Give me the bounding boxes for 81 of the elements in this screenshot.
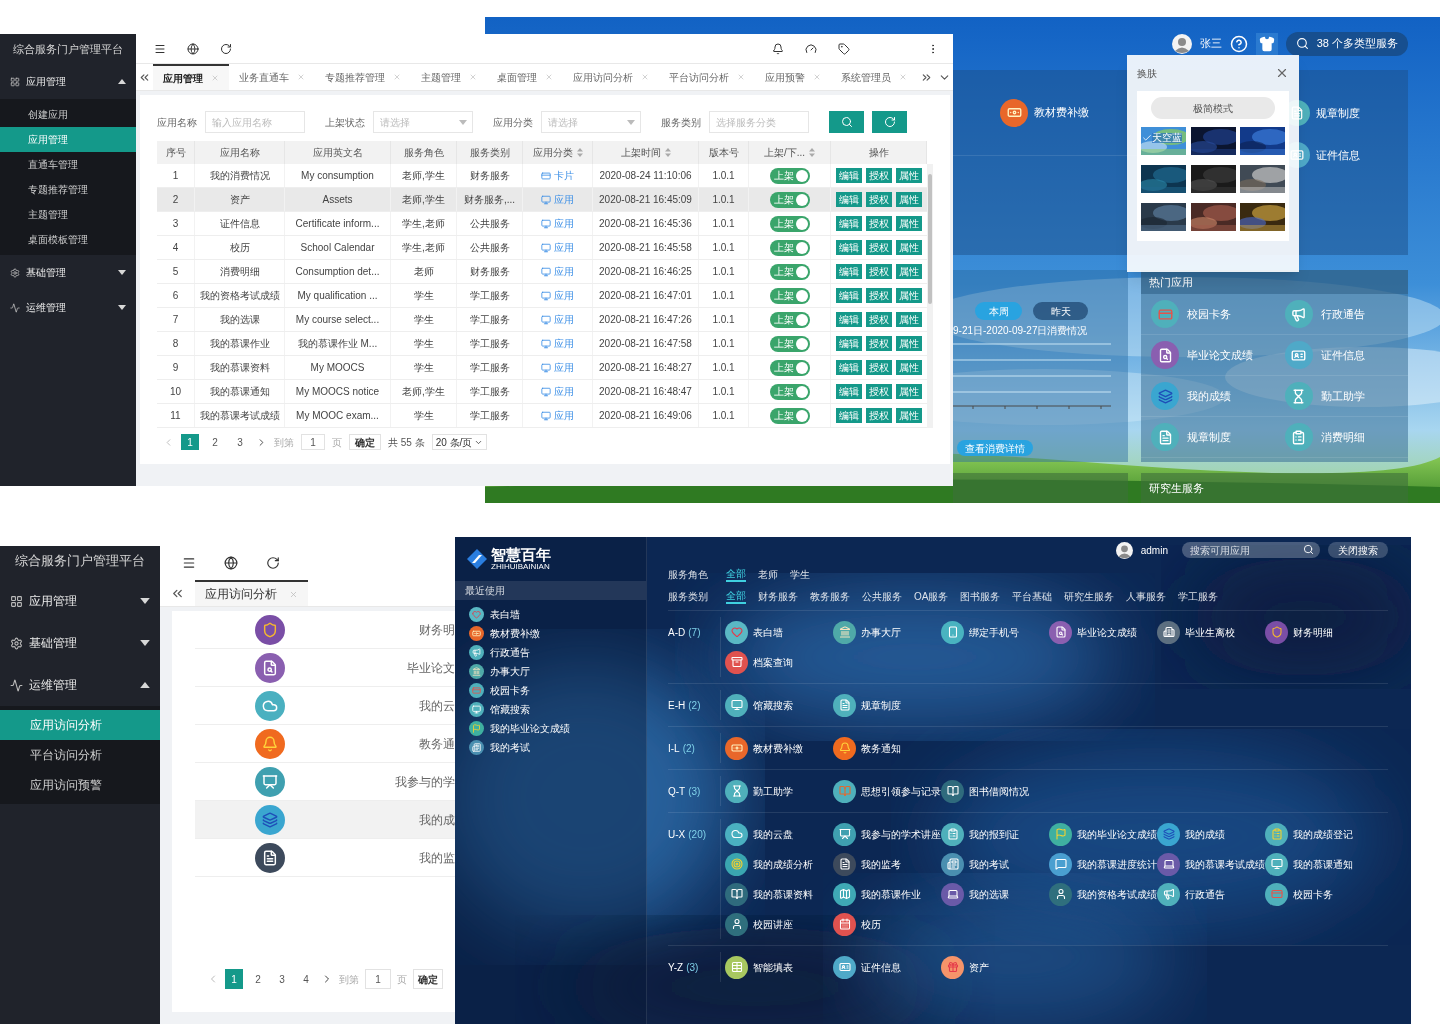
table-cell-text: 资产: [229, 193, 250, 207]
total-count: 共 55 条: [388, 435, 425, 450]
table-cell-text: 我的慕课作业 M...: [297, 337, 378, 351]
goto-label: 到第: [274, 435, 294, 450]
table-cell-text: 学生: [413, 337, 434, 351]
column-header: 应用名称: [219, 146, 260, 160]
table-cell-text: 2: [172, 193, 179, 207]
column-header: 服务角色: [403, 146, 444, 160]
table-cell-text: Assets: [322, 193, 353, 207]
section-title: 最近使用: [455, 581, 646, 600]
table-cell-text: 老师,学生: [402, 169, 445, 183]
table-cell-text: 11: [170, 409, 181, 423]
table-cell-text: My consumption: [301, 169, 374, 183]
table-cell-text: My MOOCS notice: [295, 385, 380, 399]
sidebar-title: 综合服务门户管理平台: [12, 41, 124, 57]
table-cell-text: 9: [172, 361, 179, 375]
table-cell-text: 学生: [413, 289, 434, 303]
table-cell-text: 4: [172, 241, 179, 255]
table-cell-text: 学生: [413, 313, 434, 327]
field-label: 上架状态: [325, 115, 365, 130]
group-count: (2): [682, 741, 695, 756]
page-unit: 页: [332, 435, 342, 450]
table-cell-text: 我的选课: [219, 313, 260, 327]
table-cell-text: 老师,学生: [402, 193, 445, 207]
group-range: Q-T: [668, 784, 686, 799]
table-cell-text: 我的慕课通知: [209, 385, 270, 399]
field-label: 应用名称: [157, 115, 197, 130]
table-cell-text: My MOOC exam...: [296, 409, 379, 423]
brand-subtitle: ZHIHUIBAINIAN: [491, 563, 551, 571]
app-name: 财务明: [419, 621, 455, 639]
filter-label: 服务角色: [668, 567, 708, 582]
table-cell-text: 老师: [413, 265, 434, 279]
table-cell-text: 学生,老师: [402, 217, 445, 231]
table-cell-text: Consumption det...: [295, 265, 380, 279]
page-unit: 页: [397, 972, 407, 987]
table-cell-text: Certificate inform...: [295, 217, 380, 231]
brand-name: 智慧百年: [491, 547, 551, 562]
table-cell-text: 证件信息: [219, 217, 260, 231]
table-cell-text: 我的慕课考试成绩: [199, 409, 280, 423]
table-cell-text: 老师,学生: [402, 385, 445, 399]
group-range: E-H: [668, 698, 686, 713]
group-count: (3): [688, 784, 701, 799]
table-cell-text: 7: [172, 313, 179, 327]
table-cell-text: 学生: [413, 409, 434, 423]
table-cell-text: 8: [172, 337, 179, 351]
table-cell-text: School Calendar: [300, 241, 375, 255]
app-name: 我参与的学: [395, 773, 455, 791]
table-cell-text: 我的慕课作业: [209, 337, 270, 351]
group-range: I-L: [668, 741, 680, 756]
app-name: 我的云: [419, 697, 455, 715]
filter-label: 服务类别: [668, 589, 708, 604]
table-cell-text: My qualification ...: [297, 289, 378, 303]
table-cell-text: 6: [172, 289, 179, 303]
table-cell-text: 3: [172, 217, 179, 231]
group-count: (7): [688, 625, 701, 640]
app-name: 教务通: [419, 735, 455, 753]
group-count: (2): [688, 698, 701, 713]
column-header: 应用英文名: [312, 146, 363, 160]
app-name: 我的监: [419, 849, 455, 867]
table-cell-text: 我的资格考试成绩: [199, 289, 280, 303]
table-cell-text: My MOOCS: [310, 361, 365, 375]
table-cell-text: 1: [172, 169, 179, 183]
group-count: (3): [686, 960, 699, 975]
table-cell-text: 学生: [413, 361, 434, 375]
group-range: A-D: [668, 625, 686, 640]
column-header: 序号: [165, 146, 186, 160]
goto-label: 到第: [339, 972, 359, 987]
group-range: U-X: [668, 827, 686, 842]
table-cell-text: 我的慕课资料: [209, 361, 270, 375]
app-name: 我的成: [419, 811, 455, 829]
sidebar-title: 综合服务门户管理平台: [14, 552, 146, 571]
table-cell-text: My course select...: [295, 313, 380, 327]
app-name: 毕业论文: [407, 659, 455, 677]
table-cell-text: 消费明细: [219, 265, 260, 279]
table-cell-text: 5: [172, 265, 179, 279]
table-cell-text: 我的消费情况: [209, 169, 270, 183]
table-cell-text: 学生,老师: [402, 241, 445, 255]
table-cell-text: 10: [169, 385, 182, 399]
group-count: (20): [688, 827, 707, 842]
group-range: Y-Z: [668, 960, 684, 975]
table-cell-text: 校历: [229, 241, 250, 255]
